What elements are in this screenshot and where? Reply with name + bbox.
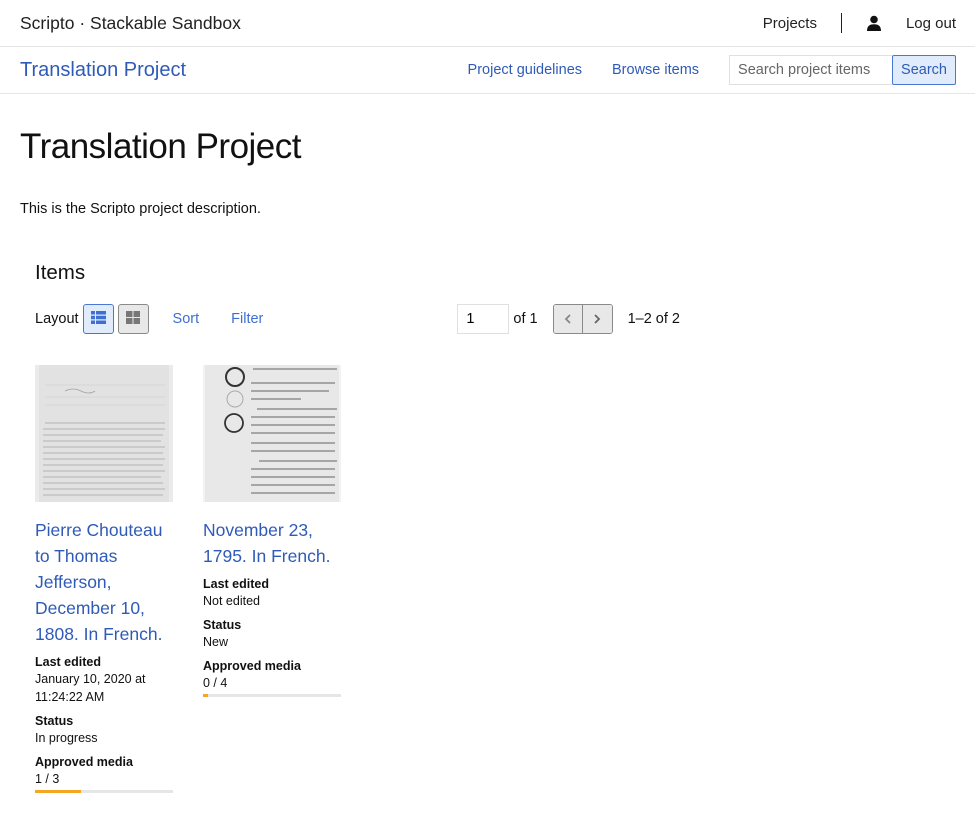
search-button[interactable]: Search [892, 55, 956, 85]
items-grid: Pierre Chouteau to Thomas Jefferson, Dec… [35, 365, 955, 793]
top-nav: Projects Log out [763, 13, 956, 33]
project-nav: Project guidelines Browse items Search [468, 55, 956, 85]
project-description: This is the Scripto project description. [20, 201, 261, 217]
search-form: Search [729, 55, 956, 85]
page-number-input[interactable] [457, 304, 510, 334]
item-title-link[interactable]: November 23, 1795. In French. [203, 517, 341, 569]
layout-label: Layout [35, 311, 79, 327]
grid-layout-icon [126, 311, 141, 327]
approved-media-progress [203, 694, 341, 697]
filter-link[interactable]: Filter [231, 311, 263, 327]
pager-buttons [552, 304, 613, 334]
pagination: of 1 1–2 of 2 [457, 304, 680, 334]
last-edited-label: Last edited [35, 655, 101, 669]
last-edited-label: Last edited [203, 577, 269, 591]
previous-page-button[interactable] [553, 305, 583, 333]
next-page-button[interactable] [582, 305, 612, 333]
item-card: November 23, 1795. In French. Last edite… [203, 365, 341, 793]
item-thumbnail[interactable] [203, 365, 341, 502]
nav-divider [840, 13, 842, 33]
user-icon[interactable] [866, 15, 882, 31]
browse-items-link[interactable]: Browse items [612, 62, 699, 78]
project-bar: Translation Project Project guidelines B… [0, 47, 975, 94]
approved-media-value: 0 / 4 [203, 676, 228, 690]
site-title: Scripto · Stackable Sandbox [20, 12, 241, 33]
item-card: Pierre Chouteau to Thomas Jefferson, Dec… [35, 365, 173, 793]
items-section: Items Layout Sort Filter of 1 [20, 261, 955, 793]
list-layout-icon [90, 311, 106, 327]
item-thumbnail[interactable] [35, 365, 173, 502]
status-label: Status [203, 618, 242, 632]
approved-media-label: Approved media [35, 755, 133, 769]
project-guidelines-link[interactable]: Project guidelines [468, 62, 582, 78]
status-value: In progress [35, 731, 98, 745]
page-count: of 1 [513, 311, 538, 327]
status-label: Status [35, 714, 74, 728]
chevron-right-icon [593, 312, 601, 327]
main-content: Translation Project This is the Scripto … [0, 127, 975, 793]
progress-fill [35, 790, 81, 793]
status-value: New [203, 635, 229, 649]
top-bar: Scripto · Stackable Sandbox Projects Log… [0, 0, 975, 47]
items-heading: Items [35, 261, 86, 284]
sort-link[interactable]: Sort [173, 311, 200, 327]
search-input[interactable] [729, 55, 893, 85]
approved-media-label: Approved media [203, 659, 301, 673]
results-range: 1–2 of 2 [627, 311, 680, 327]
progress-fill [203, 694, 208, 697]
items-controls: Layout Sort Filter of 1 [35, 303, 955, 335]
chevron-left-icon [564, 312, 572, 327]
item-title-link[interactable]: Pierre Chouteau to Thomas Jefferson, Dec… [35, 517, 173, 647]
grid-layout-button[interactable] [117, 304, 149, 334]
approved-media-value: 1 / 3 [35, 772, 60, 786]
project-title-link[interactable]: Translation Project [20, 59, 186, 82]
page-title: Translation Project [20, 127, 302, 166]
list-layout-button[interactable] [82, 304, 114, 334]
last-edited-value: Not edited [203, 594, 260, 608]
approved-media-progress [35, 790, 173, 793]
last-edited-value: January 10, 2020 at 11:24:22 AM [35, 672, 146, 704]
logout-link[interactable]: Log out [906, 15, 956, 32]
projects-link[interactable]: Projects [763, 15, 817, 32]
